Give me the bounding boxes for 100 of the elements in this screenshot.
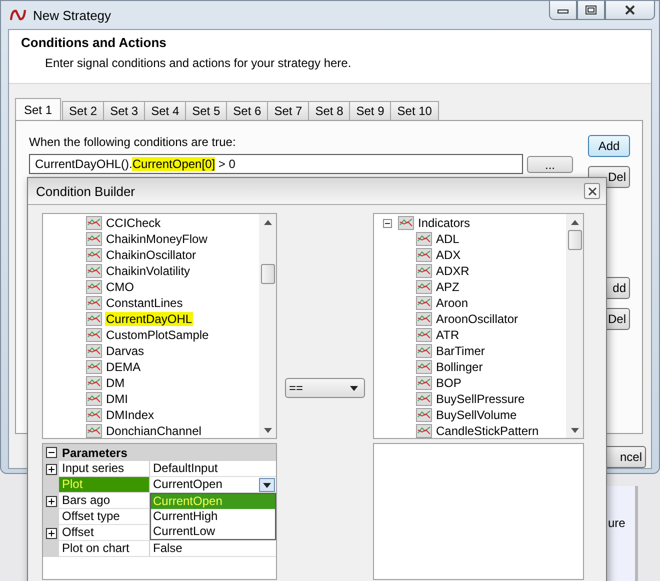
chart-icon [86, 216, 102, 230]
dropdown-option[interactable]: CurrentLow [151, 524, 275, 539]
tree-item[interactable]: CandleStickPattern [374, 423, 566, 438]
tab[interactable]: Set 9 [349, 101, 392, 120]
restore-icon [585, 5, 597, 15]
close-button[interactable] [584, 183, 600, 199]
chart-icon [416, 296, 432, 310]
chart-icon [86, 232, 102, 246]
chart-icon [416, 312, 432, 326]
chart-icon [86, 296, 102, 310]
tree-item[interactable]: DMIndex [43, 407, 259, 423]
tree-item[interactable]: CMO [43, 279, 259, 295]
chart-icon [416, 360, 432, 374]
close-icon [624, 5, 636, 15]
window-title: New Strategy [33, 8, 112, 22]
browse-button[interactable]: ... [527, 156, 573, 174]
collapse-icon[interactable] [46, 447, 56, 458]
tree-item[interactable]: DM [43, 375, 259, 391]
add-button[interactable]: Add [588, 135, 630, 158]
chart-icon [416, 264, 432, 278]
chart-icon [86, 280, 102, 294]
close-button[interactable] [605, 1, 655, 20]
header-title: Conditions and Actions [21, 35, 168, 50]
tree-item[interactable]: Bollinger [374, 359, 566, 375]
chart-icon [416, 248, 432, 262]
caret-icon [263, 482, 271, 488]
chart-icon [86, 376, 102, 390]
header-subtitle: Enter signal conditions and actions for your strategy here. [44, 56, 352, 70]
property-value[interactable]: DefaultInput [153, 461, 218, 476]
chart-icon [86, 360, 102, 374]
tab[interactable]: Set 6 [226, 101, 268, 120]
conditions-label: When the following conditions are true: [29, 135, 237, 152]
tab[interactable]: Set 1 [15, 98, 62, 120]
tab[interactable]: Set 8 [308, 101, 350, 120]
tree-item[interactable]: BarTimer [374, 343, 566, 359]
tree-item[interactable]: CustomPlotSample [43, 327, 259, 343]
scroll-down-icon [264, 428, 272, 433]
chart-icon [416, 232, 432, 246]
tree-item[interactable]: AroonOscillator [374, 311, 566, 327]
background-text: ure [608, 516, 626, 530]
chart-icon [86, 392, 102, 406]
tab[interactable]: Set 10 [390, 101, 439, 120]
maximize-button[interactable] [577, 1, 605, 20]
chart-icon [86, 264, 102, 278]
chart-icon [86, 344, 102, 358]
condition-field[interactable]: CurrentDayOHL().CurrentOpen[0] > 0 [29, 154, 523, 174]
scrollbar-thumb[interactable] [568, 230, 582, 250]
tree-item[interactable]: DEMA [43, 359, 259, 375]
tree-item[interactable]: ChaikinVolatility [43, 263, 259, 279]
operator-dropdown[interactable]: == [285, 378, 365, 398]
tree-item[interactable]: BOP [374, 375, 566, 391]
tab[interactable]: Set 3 [103, 101, 146, 120]
dropdown-option[interactable]: CurrentHigh [151, 509, 275, 524]
tree-item[interactable]: ADL [374, 231, 566, 247]
tree-item[interactable]: BuySellVolume [374, 407, 566, 423]
scroll-down-icon [570, 428, 578, 433]
scrollbar-thumb[interactable] [260, 264, 274, 284]
collapse-icon[interactable] [383, 218, 392, 228]
dropdown-button[interactable] [259, 478, 275, 492]
chart-icon [416, 280, 432, 294]
scrollbar[interactable] [566, 214, 583, 438]
minimize-button[interactable] [549, 1, 577, 20]
property-value[interactable]: False [153, 541, 182, 556]
tree-item[interactable]: ConstantLines [43, 295, 259, 311]
tree-item[interactable]: ADXR [374, 263, 566, 279]
tree-item[interactable]: Darvas [43, 343, 259, 359]
tree-item[interactable]: CurrentDayOHL [43, 311, 259, 327]
chart-icon [86, 328, 102, 342]
tree-item[interactable]: Aroon [374, 295, 566, 311]
tree-item[interactable]: Indicators [374, 215, 566, 231]
caret-icon [350, 386, 358, 390]
chart-icon [398, 216, 414, 230]
tab[interactable]: Set 2 [62, 101, 104, 120]
scrollbar[interactable] [259, 214, 276, 438]
dialog-title: Condition Builder [36, 184, 136, 198]
chart-icon [416, 408, 432, 422]
chart-icon [416, 328, 432, 342]
close-icon [588, 186, 596, 196]
parameters-heading: Parameters [61, 446, 128, 460]
tree-item[interactable]: DonchianChannel [43, 423, 259, 438]
logo-icon [9, 8, 27, 22]
property-value[interactable]: CurrentOpen [153, 477, 222, 492]
property-name[interactable]: Plot on chart [59, 541, 150, 557]
tree-item[interactable]: ChaikinOscillator [43, 247, 259, 263]
tab[interactable]: Set 4 [144, 101, 186, 120]
chart-icon [416, 392, 432, 406]
tab[interactable]: Set 5 [185, 101, 228, 120]
chart-icon [86, 408, 102, 422]
tree-item[interactable]: APZ [374, 279, 566, 295]
tree-item[interactable]: ADX [374, 247, 566, 263]
tree-item[interactable]: CCICheck [43, 215, 259, 231]
tab[interactable]: Set 7 [267, 101, 310, 120]
chart-icon [86, 312, 102, 326]
chart-icon [86, 248, 102, 262]
scroll-up-icon [570, 220, 578, 225]
tree-item[interactable]: ATR [374, 327, 566, 343]
scroll-up-icon [264, 220, 272, 225]
tree-item[interactable]: ChaikinMoneyFlow [43, 231, 259, 247]
tree-item[interactable]: DMI [43, 391, 259, 407]
tree-item[interactable]: BuySellPressure [374, 391, 566, 407]
